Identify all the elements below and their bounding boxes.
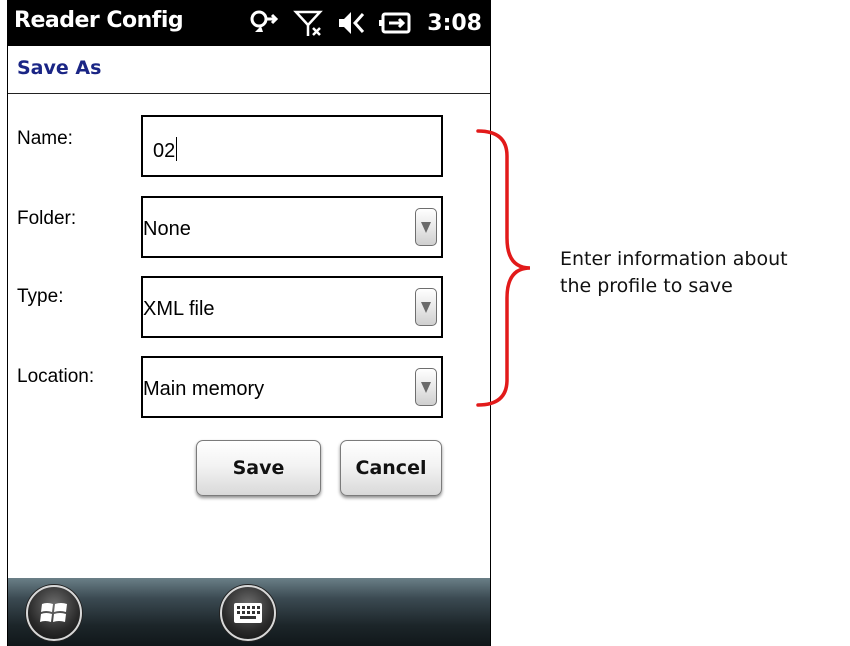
annotation-brace — [476, 129, 531, 407]
clock: 3:08 — [427, 10, 482, 36]
status-icons: 3:08 — [249, 6, 482, 40]
folder-value: None — [143, 218, 191, 240]
folder-dropdown[interactable]: None — [141, 196, 443, 258]
save-button[interactable]: Save — [196, 440, 321, 496]
windows-start-icon — [40, 603, 67, 622]
device-screen: Reader Config 3:08 Save As Name: 02 Fold… — [7, 0, 491, 646]
status-bar: Reader Config 3:08 — [8, 0, 490, 46]
text-caret — [176, 137, 178, 161]
no-signal-icon[interactable] — [293, 8, 324, 38]
type-label: Type: — [17, 286, 64, 307]
location-label: Location: — [17, 366, 95, 387]
chevron-down-icon — [421, 302, 431, 313]
chevron-down-icon — [421, 222, 431, 233]
sync-icon[interactable] — [249, 8, 279, 38]
battery-charging-icon[interactable] — [379, 8, 413, 38]
app-title: Reader Config — [14, 8, 184, 33]
name-field[interactable]: 02 — [141, 115, 443, 177]
annotation-line-1: Enter information about — [560, 248, 788, 270]
name-label: Name: — [17, 128, 73, 149]
type-dropdown[interactable]: XML file — [141, 276, 443, 338]
page-title: Save As — [17, 57, 102, 79]
name-field-value: 02 — [153, 137, 178, 163]
location-value: Main memory — [143, 378, 265, 400]
taskbar — [8, 578, 490, 646]
page-header: Save As — [8, 46, 490, 94]
keyboard-button[interactable] — [220, 585, 276, 641]
annotation-text: Enter information about the profile to s… — [560, 246, 850, 300]
annotation-line-2: the profile to save — [560, 275, 733, 297]
chevron-down-icon — [421, 382, 431, 393]
location-dropdown[interactable]: Main memory — [141, 356, 443, 418]
windows-start-button[interactable] — [26, 585, 82, 641]
folder-label: Folder: — [17, 208, 77, 229]
cancel-button[interactable]: Cancel — [340, 440, 442, 496]
type-dropdown-button[interactable] — [415, 288, 437, 326]
folder-dropdown-button[interactable] — [415, 208, 437, 246]
location-dropdown-button[interactable] — [415, 368, 437, 406]
keyboard-icon — [234, 603, 262, 623]
type-value: XML file — [143, 298, 215, 320]
volume-icon[interactable] — [337, 8, 365, 38]
